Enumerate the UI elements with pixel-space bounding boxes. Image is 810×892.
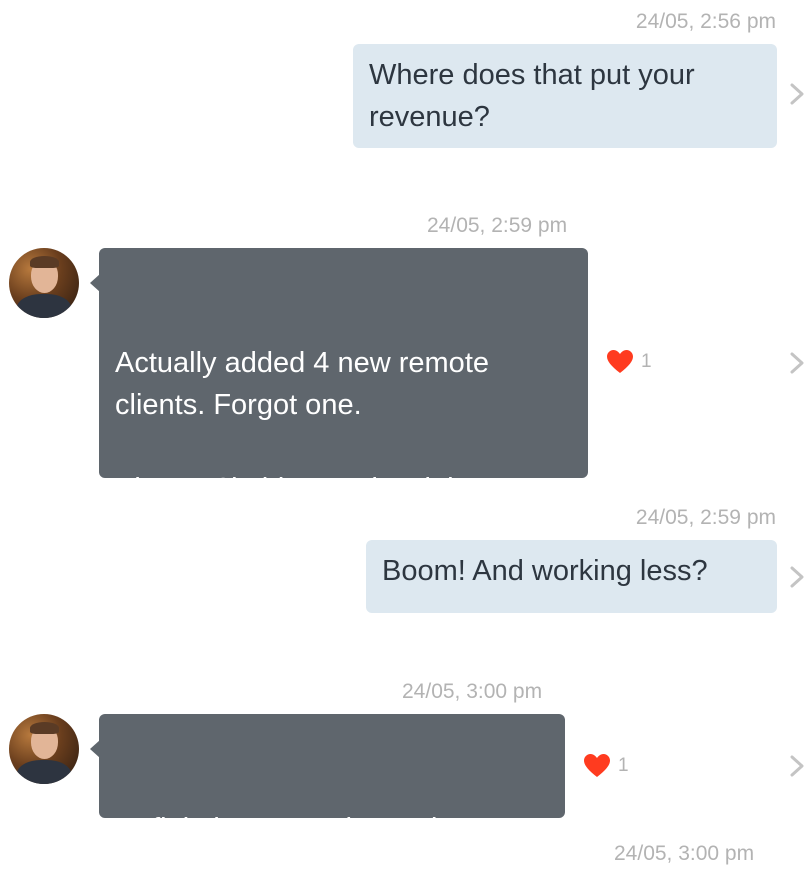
chevron-right-icon[interactable] [786, 564, 808, 590]
message-text: Definitely! Least I have since starting … [115, 813, 485, 887]
reaction-badge[interactable]: 1 [607, 348, 652, 376]
message-timestamp: 24/05, 2:56 pm [635, 10, 776, 33]
reaction-count: 1 [618, 755, 629, 776]
message-timestamp: 24/05, 3:00 pm [402, 680, 543, 703]
avatar[interactable] [9, 714, 79, 784]
incoming-message-bubble[interactable]: Definitely! Least I have since starting … [90, 714, 565, 887]
avatar[interactable] [9, 248, 79, 318]
chevron-right-icon[interactable] [786, 81, 808, 107]
reaction-badge[interactable]: 1 [584, 752, 629, 780]
reaction-count: 1 [641, 351, 652, 372]
outgoing-message-bubble[interactable]: Where does that put your revenue? [353, 44, 777, 148]
heart-icon [607, 350, 633, 373]
message-timestamp: 24/05, 2:59 pm [635, 506, 776, 529]
heart-icon [584, 754, 610, 777]
chevron-right-icon[interactable] [786, 350, 808, 376]
message-text: Actually added 4 new remote clients. For… [115, 347, 502, 547]
message-timestamp: 24/05, 2:59 pm [427, 214, 568, 237]
outgoing-message-bubble[interactable]: Boom! And working less? [366, 540, 777, 613]
message-timestamp: 24/05, 3:00 pm [614, 842, 755, 865]
chevron-right-icon[interactable] [786, 753, 808, 779]
incoming-message-bubble[interactable]: Actually added 4 new remote clients. For… [90, 248, 588, 547]
